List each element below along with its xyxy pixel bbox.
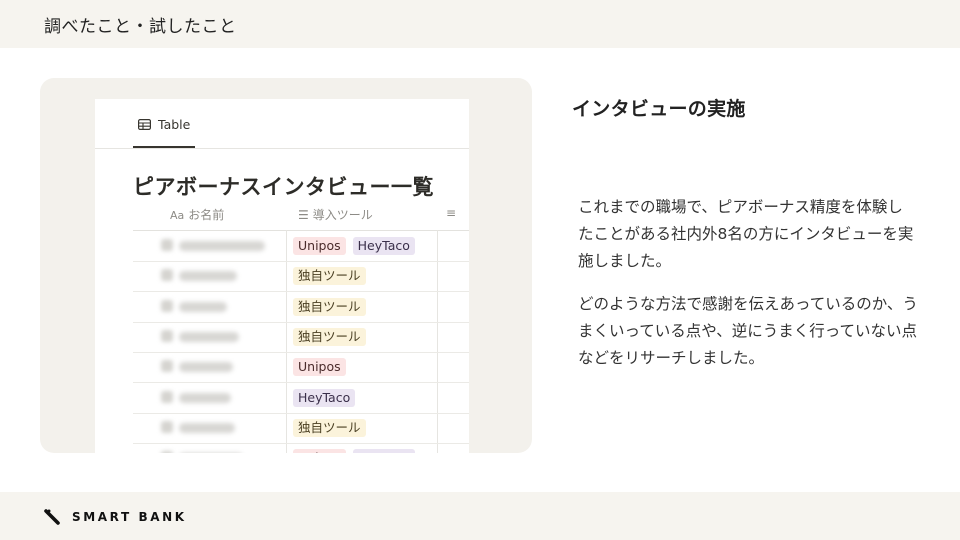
logo-text: SMART BANK xyxy=(72,510,187,524)
table-row[interactable]: 独自ツール xyxy=(133,261,469,293)
column-label: お名前 xyxy=(188,208,225,222)
blurred-avatar xyxy=(161,299,173,312)
blurred-avatar xyxy=(161,360,173,373)
tool-tag: HeyTaco xyxy=(352,449,415,453)
text-lines-icon: ≡ xyxy=(446,206,457,220)
tool-tags: 独自ツール xyxy=(293,267,366,286)
tool-tag: Unipos xyxy=(293,358,346,377)
notion-database-screenshot: Table ピアボーナスインタビュー一覧 Aa お名前 ☰ 導入ツール ≡ Unip… xyxy=(95,99,469,453)
tool-tags: HeyTaco xyxy=(293,388,356,407)
blurred-avatar xyxy=(161,239,173,251)
blurred-avatar xyxy=(161,420,173,433)
paragraph-research: どのような方法で感謝を伝えあっているのか、うまくいっている点や、逆にうまく行って… xyxy=(578,295,918,367)
blurred-avatar xyxy=(161,390,173,403)
page-title: 調べたこと・試したこと xyxy=(44,17,237,37)
smartbank-mark-icon xyxy=(44,509,60,525)
blurred-avatar xyxy=(161,329,173,342)
tool-tags: 独自ツール xyxy=(293,418,366,437)
table-row[interactable]: 独自ツール xyxy=(133,322,469,353)
tool-tag: HeyTaco xyxy=(293,388,356,407)
view-divider xyxy=(95,148,469,149)
database-title: ピアボーナスインタビュー一覧 xyxy=(133,175,434,199)
blurred-name xyxy=(179,241,265,251)
blurred-avatar xyxy=(161,269,173,282)
view-tab-label: Table xyxy=(158,117,191,132)
table-row[interactable]: Unipos xyxy=(133,352,469,384)
tool-tags: Unipos HeyTaco xyxy=(293,449,415,453)
table-row[interactable]: 独自ツール xyxy=(133,413,469,444)
tool-tag: 独自ツール xyxy=(293,418,366,437)
blurred-name xyxy=(179,422,235,433)
table-icon xyxy=(138,119,151,130)
table-row[interactable]: HeyTaco xyxy=(133,383,469,414)
column-header-name[interactable]: Aa お名前 xyxy=(170,206,224,230)
paragraph-interviews: これまでの職場で、ピアボーナス精度を体験したことがある社内外8名の方にインタビュ… xyxy=(578,198,914,270)
blurred-name xyxy=(179,301,227,312)
column-label: 導入ツール xyxy=(312,208,373,222)
tool-tags: 独自ツール xyxy=(293,297,366,316)
text-property-icon: Aa xyxy=(170,209,185,222)
blurred-name xyxy=(179,331,239,342)
tool-tag: 独自ツール xyxy=(293,327,366,346)
multi-select-icon: ☰ xyxy=(298,208,309,222)
blurred-name xyxy=(179,271,237,282)
column-header-more[interactable]: ≡ xyxy=(446,206,456,230)
footer-bar: SMART BANK xyxy=(0,492,960,540)
view-tab-table[interactable]: Table xyxy=(138,117,190,147)
screenshot-panel: Table ピアボーナスインタビュー一覧 Aa お名前 ☰ 導入ツール ≡ Unip… xyxy=(40,78,532,453)
tool-tags: 独自ツール xyxy=(293,327,366,346)
tool-tag: HeyTaco xyxy=(352,237,415,255)
table-row[interactable]: 独自ツール xyxy=(133,292,469,323)
column-header-tools[interactable]: ☰ 導入ツール xyxy=(298,206,373,230)
table-row[interactable]: Unipos HeyTaco xyxy=(133,443,469,453)
tool-tags: Unipos HeyTaco xyxy=(293,237,415,255)
tool-tag: 独自ツール xyxy=(293,297,366,316)
section-title: インタビューの実施 xyxy=(572,98,746,120)
header-bar: 調べたこと・試したこと xyxy=(0,0,960,48)
tool-tag: Unipos xyxy=(293,449,346,453)
blurred-name xyxy=(179,362,233,373)
tool-tags: Unipos xyxy=(293,358,346,377)
tool-tag: 独自ツール xyxy=(293,267,366,286)
blurred-avatar xyxy=(161,451,173,453)
blurred-name xyxy=(179,392,231,403)
smartbank-logo: SMART BANK xyxy=(44,508,187,526)
tool-tag: Unipos xyxy=(293,237,346,255)
table-row[interactable]: Unipos HeyTaco xyxy=(133,231,469,262)
